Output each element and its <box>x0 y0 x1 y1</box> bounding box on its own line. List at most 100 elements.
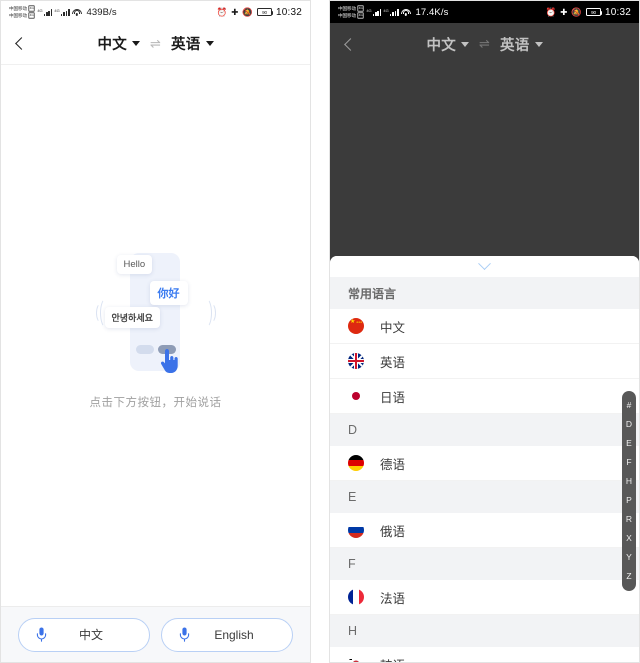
alphabet-index-bar[interactable]: # D E F H P R X Y Z <box>622 391 636 591</box>
screenshot-stage: 中国移动 4G 中国移动 4G 4G 4G 439B/s ⏰ ✚ 🔕 90 10… <box>0 0 640 663</box>
collapse-sheet-button[interactable] <box>330 256 639 277</box>
index-letter[interactable]: R <box>626 510 632 529</box>
index-letter[interactable]: E <box>626 434 632 453</box>
language-switcher: 中文 ⇌ 英语 <box>330 34 639 55</box>
mute-icon: 🔕 <box>242 6 253 17</box>
carrier-name-2: 中国移动 <box>338 12 356 18</box>
wifi-icon <box>400 8 411 16</box>
carrier-name-2: 中国移动 <box>9 12 27 18</box>
carrier-name-1: 中国移动 <box>9 5 27 11</box>
chevron-down-icon <box>478 257 491 271</box>
target-language-selector[interactable]: 英语 <box>500 34 543 55</box>
onboarding-illustration: Hello 你好 안녕하세요 点击下方按钮，开始说话 <box>1 245 310 410</box>
speech-bubble-english: Hello <box>116 255 153 274</box>
flag-germany-icon <box>348 455 364 471</box>
language-name: 法语 <box>380 591 406 606</box>
mic-button-chinese[interactable]: 中文 <box>18 617 150 652</box>
chevron-left-icon <box>343 37 357 51</box>
carrier-name-1: 中国移动 <box>338 5 356 11</box>
language-picker-screen: 中国移动 4G 中国移动 4G 4G 4G 17.4K/s ⏰ ✚ 🔕 90 1… <box>329 0 640 663</box>
source-language-selector[interactable]: 中文 <box>426 34 470 55</box>
mute-icon: 🔕 <box>571 6 582 17</box>
language-list[interactable]: 常用语言中文英语日语D德语E俄语F法语H韩语荷兰语P <box>330 277 639 662</box>
language-list-item[interactable]: 日语 <box>330 379 639 414</box>
source-language-selector[interactable]: 中文 <box>97 33 141 54</box>
microphone-icon <box>36 627 47 642</box>
chevron-down-icon <box>132 41 141 46</box>
sim-badge-1: 4G <box>28 5 36 12</box>
sound-wave-right-icon <box>200 291 218 335</box>
index-letter[interactable]: Y <box>626 548 632 567</box>
status-bar-left: 中国移动 4G 中国移动 4G 4G 4G <box>338 5 448 19</box>
flag-japan-icon <box>348 388 364 404</box>
swap-languages-icon[interactable]: ⇌ <box>479 36 490 52</box>
chevron-down-icon <box>534 41 543 47</box>
bluetooth-icon: ✚ <box>560 6 568 17</box>
language-list-item[interactable]: 韩语 <box>330 647 639 662</box>
target-language-label: 英语 <box>170 37 201 53</box>
mic-button-english[interactable]: English <box>161 617 293 652</box>
nav-bar: 中文 ⇌ 英语 <box>330 23 639 65</box>
illustration-art: Hello 你好 안녕하세요 <box>88 245 224 380</box>
back-button[interactable] <box>330 23 370 65</box>
dimmed-overlay[interactable]: 常用语言中文英语日语D德语E俄语F法语H韩语荷兰语P #DEFHPRXYZ <box>330 65 639 662</box>
language-name: 中文 <box>380 320 406 335</box>
index-letter[interactable]: H <box>626 472 632 491</box>
battery-icon: 90 <box>585 8 603 16</box>
signal-icon-2: 4G <box>54 8 70 16</box>
phone-button-left <box>135 345 154 354</box>
flag-korea-icon <box>348 656 364 662</box>
speech-bubble-chinese: 你好 <box>149 281 188 305</box>
language-section-header: 常用语言 <box>330 277 639 309</box>
speech-bubble-korean: 안녕하세요 <box>104 307 160 328</box>
back-button[interactable] <box>1 23 41 65</box>
status-bar-right: ⏰ ✚ 🔕 90 10:32 <box>217 7 302 18</box>
sim-badge-2: 4G <box>28 12 36 19</box>
language-list-item[interactable]: 英语 <box>330 344 639 379</box>
source-language-label: 中文 <box>97 37 128 53</box>
flag-france-icon <box>348 589 364 605</box>
bluetooth-icon: ✚ <box>231 6 239 17</box>
language-name: 韩语 <box>380 655 405 663</box>
signal-icon-1: 4G <box>37 8 53 16</box>
target-language-selector[interactable]: 英语 <box>171 33 214 54</box>
language-list-item[interactable]: 中文 <box>330 309 639 344</box>
language-list-item[interactable]: 德语 <box>330 446 639 481</box>
clock: 10:32 <box>604 6 631 18</box>
battery-level: 90 <box>262 9 267 15</box>
language-name: 德语 <box>380 457 406 472</box>
language-name: 日语 <box>380 390 406 405</box>
hand-cursor-svg <box>160 349 178 373</box>
language-section-header: D <box>330 414 639 446</box>
index-letter[interactable]: Z <box>626 567 631 586</box>
chevron-down-icon <box>205 41 214 46</box>
clock: 10:32 <box>275 6 302 18</box>
alarm-icon: ⏰ <box>545 6 557 17</box>
instruction-text: 点击下方按钮，开始说话 <box>89 397 222 409</box>
language-name: 俄语 <box>380 524 406 539</box>
sim-badge-2: 4G <box>357 12 365 19</box>
flag-china-icon <box>348 318 364 334</box>
translator-home-screen: 中国移动 4G 中国移动 4G 4G 4G 439B/s ⏰ ✚ 🔕 90 10… <box>0 0 311 663</box>
swap-languages-icon[interactable]: ⇌ <box>150 36 161 52</box>
index-letter[interactable]: D <box>626 415 632 434</box>
alarm-icon: ⏰ <box>216 6 228 17</box>
index-letter[interactable]: P <box>626 491 632 510</box>
index-letter[interactable]: F <box>626 453 631 472</box>
index-letter[interactable]: X <box>626 529 632 548</box>
chevron-left-icon <box>14 37 28 50</box>
wifi-icon <box>71 8 82 16</box>
language-list-item[interactable]: 俄语 <box>330 513 639 548</box>
status-bar-right: ⏰ ✚ 🔕 90 10:32 <box>546 7 631 18</box>
language-list-item[interactable]: 法语 <box>330 580 639 615</box>
battery-level: 90 <box>591 9 596 15</box>
status-bar-left: 中国移动 4G 中国移动 4G 4G 4G <box>9 5 117 19</box>
source-language-label: 中文 <box>426 37 457 54</box>
main-content: Hello 你好 안녕하세요 点击下方按钮，开始说话 <box>1 65 310 606</box>
language-section-header: F <box>330 548 639 580</box>
status-bar: 中国移动 4G 中国移动 4G 4G 4G <box>1 1 310 23</box>
signal-icon-2: 4G <box>383 8 399 16</box>
status-bar: 中国移动 4G 中国移动 4G 4G 4G <box>330 1 639 23</box>
index-letter[interactable]: # <box>627 396 632 415</box>
microphone-icon <box>179 627 190 642</box>
